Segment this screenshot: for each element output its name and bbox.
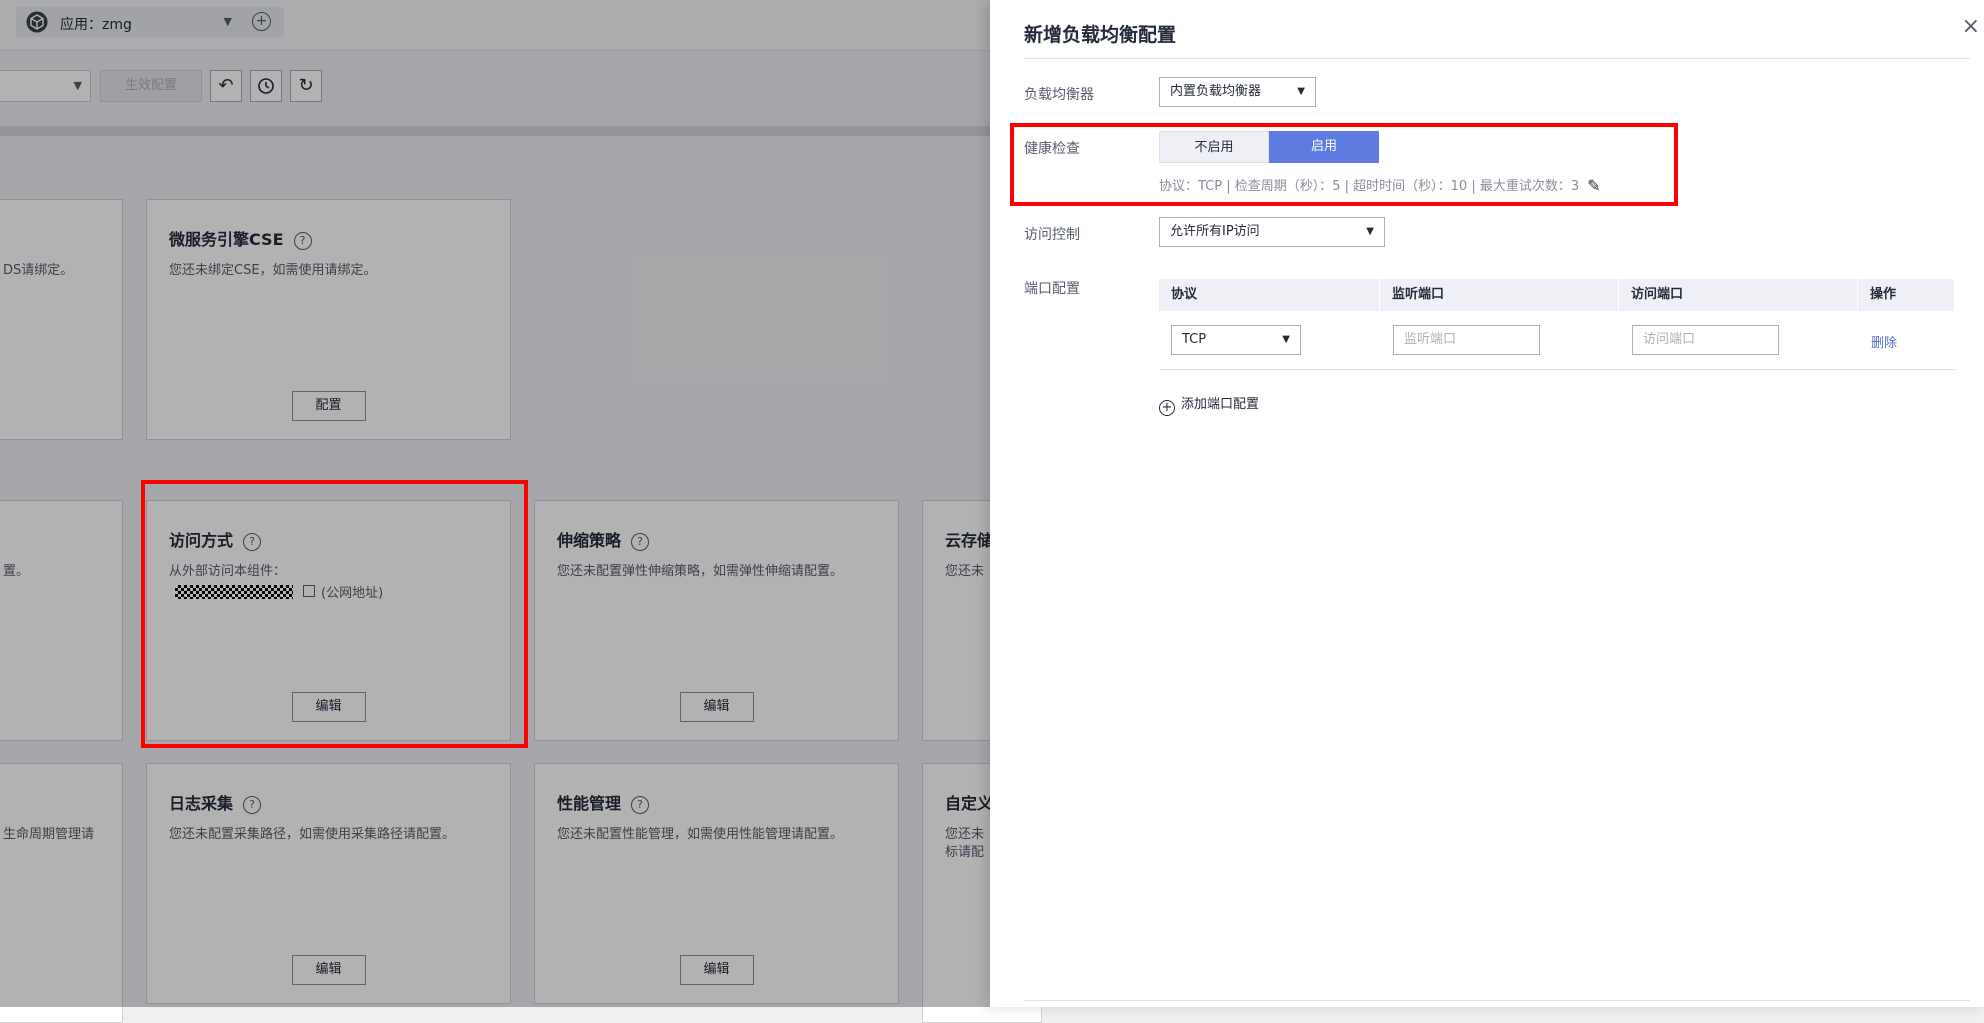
caret-down-icon: ▼	[1282, 334, 1290, 345]
ac-select[interactable]: 允许所有IP访问 ▼	[1159, 217, 1385, 247]
ac-value: 允许所有IP访问	[1170, 224, 1260, 239]
header-action: 操作	[1858, 279, 1955, 311]
highlight-access-card	[141, 480, 528, 748]
caret-down-icon: ▼	[1366, 226, 1374, 237]
ac-label: 访问控制	[1024, 227, 1080, 243]
port-table-header: 协议 监听端口 访问端口 操作	[1159, 279, 1955, 311]
lb-label: 负载均衡器	[1024, 87, 1094, 103]
plus-circle-icon: +	[1159, 400, 1175, 416]
header-protocol: 协议	[1159, 279, 1380, 311]
port-label: 端口配置	[1024, 281, 1080, 297]
lb-value: 内置负载均衡器	[1170, 84, 1262, 99]
header-listen-port: 监听端口	[1380, 279, 1619, 311]
drawer-title: 新增负载均衡配置	[1024, 24, 1177, 46]
port-table: 协议 监听端口 访问端口 操作 TCP ▼ 监听端口 访问端口 删除	[1159, 279, 1955, 370]
add-port-button[interactable]: + 添加端口配置	[1159, 393, 1259, 416]
drawer-divider	[1024, 58, 1970, 59]
caret-down-icon: ▼	[1297, 86, 1305, 97]
delete-row-link[interactable]: 删除	[1871, 332, 1897, 351]
access-port-input[interactable]: 访问端口	[1632, 325, 1779, 355]
close-icon[interactable]: ×	[1962, 14, 1980, 39]
add-port-label: 添加端口配置	[1181, 397, 1260, 412]
protocol-value: TCP	[1182, 332, 1207, 347]
drawer-bottom-divider	[1024, 1000, 1970, 1001]
highlight-health-check	[1010, 123, 1678, 206]
header-access-port: 访问端口	[1619, 279, 1858, 311]
lb-select[interactable]: 内置负载均衡器 ▼	[1159, 77, 1316, 107]
listen-port-input[interactable]: 监听端口	[1393, 325, 1540, 355]
protocol-select[interactable]: TCP ▼	[1171, 325, 1301, 355]
